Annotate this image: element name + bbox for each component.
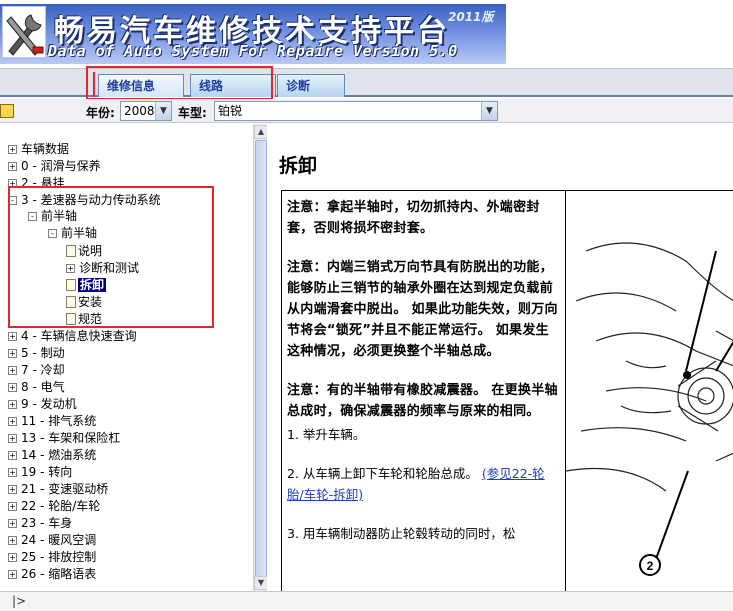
tree-item[interactable]: +23 - 车身: [8, 515, 72, 532]
tree-item[interactable]: +22 - 轮胎/车轮: [8, 498, 100, 515]
model-label: 车型:: [178, 106, 207, 120]
tree-item-label: 7 - 冷却: [21, 363, 65, 377]
tree-item[interactable]: +14 - 燃油系统: [8, 447, 96, 464]
tree-item-label: 4 - 车辆信息快速查询: [21, 329, 137, 343]
year-select[interactable]: 2008 ▼: [120, 101, 172, 121]
tree-item[interactable]: +4 - 车辆信息快速查询: [8, 328, 137, 345]
scrollbar-thumb[interactable]: [255, 140, 267, 583]
tree-item[interactable]: + 车辆数据: [8, 141, 69, 158]
step-text: 2. 从车辆上卸下车轮和轮胎总成。: [287, 466, 478, 481]
tree-item[interactable]: +24 - 暖风空调: [8, 532, 96, 549]
tree-item[interactable]: +8 - 电气: [8, 379, 65, 396]
caution-note: 注意：有的半轴带有橡胶减震器。 在更换半轴总成时，确保减震器的频率与原来的相同。: [287, 383, 558, 419]
tree-item-label: 8 - 电气: [21, 380, 65, 394]
tree-item[interactable]: +26 - 缩略语表: [8, 566, 96, 583]
tree-item-label: 23 - 车身: [21, 516, 73, 530]
tree-item-label: 14 - 燃油系统: [21, 448, 97, 462]
illustration-cell: 2: [565, 190, 733, 591]
expand-icon[interactable]: +: [8, 162, 17, 171]
expand-icon[interactable]: +: [8, 502, 17, 511]
expand-icon[interactable]: +: [8, 451, 17, 460]
tree-item[interactable]: +21 - 变速驱动桥: [8, 481, 108, 498]
tree-item[interactable]: +25 - 排放控制: [8, 549, 96, 566]
folder-icon[interactable]: [0, 104, 14, 118]
tree-item-label: 25 - 排放控制: [21, 550, 97, 564]
caution-note: 注意：内端三销式万向节具有防脱出的功能，能够防止三销节的轴承外圈在达到规定负载前…: [287, 260, 558, 359]
tree-item-label: 11 - 排气系统: [21, 414, 97, 428]
expand-icon[interactable]: +: [8, 570, 17, 579]
year-select-value: 2008: [124, 104, 155, 118]
app-banner: 畅易汽车维修技术支持平台 2011版 Data of Auto System F…: [0, 0, 733, 68]
scroll-up-icon[interactable]: ▲: [254, 125, 268, 139]
caution-note: 注意：拿起半轴时，切勿抓持内、外端密封套，否则将损坏密封套。: [287, 200, 540, 236]
tree-item[interactable]: +19 - 转向: [8, 464, 72, 481]
scroll-down-icon[interactable]: ▼: [254, 576, 268, 590]
tree-item-label: 24 - 暖风空调: [21, 533, 97, 547]
tree-item-label: 26 - 缩略语表: [21, 567, 97, 581]
expand-icon[interactable]: +: [8, 485, 17, 494]
axle-illustration: 2: [566, 242, 733, 576]
tree-item-label: 9 - 发动机: [21, 397, 77, 411]
expand-icon[interactable]: +: [8, 349, 17, 358]
tree-item-label: 22 - 轮胎/车轮: [21, 499, 101, 513]
expand-icon[interactable]: +: [8, 468, 17, 477]
chevron-down-icon[interactable]: ▼: [155, 102, 171, 120]
expand-icon[interactable]: +: [8, 434, 17, 443]
tree-item-label: 0 - 润滑与保养: [21, 159, 101, 173]
expand-icon[interactable]: +: [8, 519, 17, 528]
tree-item-label: 5 - 制动: [21, 346, 65, 360]
expand-icon[interactable]: +: [8, 332, 17, 341]
highlight-marker: [86, 72, 95, 97]
page-title: 拆卸: [279, 155, 318, 177]
app-subtitle: Data of Auto System For Repaire Version …: [48, 42, 458, 60]
expand-icon[interactable]: +: [8, 383, 17, 392]
version-year-badge: 2011版: [448, 10, 494, 24]
instructions-cell: 注意：拿起半轴时，切勿抓持内、外端密封套，否则将损坏密封套。 注意：内端三销式万…: [281, 190, 565, 591]
expand-icon[interactable]: +: [8, 417, 17, 426]
callout-number: 2: [647, 559, 654, 573]
tree-item-label: 19 - 转向: [21, 465, 73, 479]
tree-item[interactable]: +9 - 发动机: [8, 396, 77, 413]
tree-item[interactable]: +5 - 制动: [8, 345, 65, 362]
vehicle-selector-toolbar: 年份: 2008 ▼ 车型: 铂锐 ▼: [0, 99, 733, 123]
expand-icon[interactable]: +: [8, 400, 17, 409]
tools-logo-icon: [2, 6, 46, 58]
tree-item-label: 21 - 变速驱动桥: [21, 482, 109, 496]
tree-item[interactable]: +11 - 排气系统: [8, 413, 96, 430]
expand-icon[interactable]: +: [8, 145, 17, 154]
tab-diagnosis[interactable]: 诊断: [277, 74, 345, 97]
chevron-down-icon[interactable]: ▼: [481, 102, 497, 120]
highlight-box-tabs: [86, 66, 273, 100]
procedure-step: 2. 从车辆上卸下车轮和轮胎总成。 (参见22-轮胎/车轮-拆卸): [287, 463, 560, 505]
tree-item-label: 车辆数据: [21, 142, 70, 156]
tree-item[interactable]: +7 - 冷却: [8, 362, 65, 379]
procedure-step: 3. 用车辆制动器防止轮毂转动的同时，松: [287, 526, 516, 541]
model-select-value: 铂锐: [218, 104, 243, 118]
expand-icon[interactable]: +: [8, 553, 17, 562]
procedure-step: 1. 举升车辆。: [287, 427, 366, 442]
play-icon[interactable]: |>: [12, 594, 26, 608]
tree-item-label: 13 - 车架和保险杠: [21, 431, 121, 445]
expand-icon[interactable]: +: [8, 536, 17, 545]
expand-icon[interactable]: +: [8, 366, 17, 375]
highlight-box-tree: [8, 186, 214, 328]
tree-scrollbar[interactable]: ▲ ▼: [253, 124, 268, 591]
status-bar: |>: [0, 591, 733, 611]
tree-item[interactable]: +13 - 车架和保险杠: [8, 430, 120, 447]
model-select[interactable]: 铂锐 ▼: [214, 101, 498, 121]
content-pane: 拆卸 注意：拿起半轴时，切勿抓持内、外端密封套，否则将损坏密封套。 注意：内端三…: [267, 124, 733, 591]
tree-item[interactable]: +0 - 润滑与保养: [8, 158, 101, 175]
year-label: 年份:: [86, 106, 115, 120]
